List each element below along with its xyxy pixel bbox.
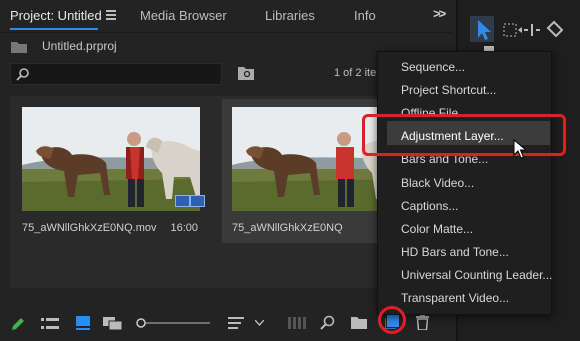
sort-icon[interactable] [228,317,244,329]
mouse-cursor-icon [513,139,527,159]
pencil-icon[interactable] [10,316,26,332]
new-search-bin-icon[interactable] [238,66,254,80]
tab-info[interactable]: Info [354,8,376,23]
menu-item-black-video[interactable]: Black Video... [401,176,474,190]
freeform-view-icon[interactable] [103,317,123,331]
project-folder-icon [11,42,27,53]
clip-thumbnail[interactable]: 75_aWNllGhkXzE0NQ.mov 16:00 [10,99,206,243]
panel-menu-icon[interactable] [106,10,116,20]
clip-name: 75_aWNllGhkXzE0NQ.mov [22,222,157,234]
search-icon [16,68,29,81]
automate-to-sequence-icon[interactable] [288,317,306,329]
clip-thumbnail-image [22,107,200,211]
menu-item-hd-bars-and-tone[interactable]: HD Bars and Tone... [401,245,509,259]
search-input[interactable] [10,63,222,85]
ripple-edit-icon [524,24,540,36]
find-icon[interactable] [320,315,335,330]
highlight-annotation-circle [378,306,406,334]
tab-project[interactable]: Project: Untitled [10,8,102,23]
razor-tool-icon [546,20,564,38]
video-badge-icon [175,195,190,207]
menu-item-project-shortcut[interactable]: Project Shortcut... [401,83,496,97]
tab-media-browser[interactable]: Media Browser [140,8,227,23]
more-tabs-icon[interactable]: >> [433,6,446,21]
list-view-icon[interactable] [41,318,59,330]
highlight-annotation-box [362,114,566,156]
tab-libraries[interactable]: Libraries [265,8,315,23]
project-file-name: Untitled.prproj [42,39,117,53]
menu-item-universal-counting-leader[interactable]: Universal Counting Leader... [401,268,552,282]
audio-badge-icon [190,195,205,207]
menu-item-captions[interactable]: Captions... [401,199,458,213]
items-count: 1 of 2 ite [334,67,377,79]
menu-item-transparent-video[interactable]: Transparent Video... [401,291,509,305]
track-select-icon [503,23,517,37]
clip-duration: 16:00 [170,222,198,234]
tools-icons [470,16,564,54]
menu-item-color-matte[interactable]: Color Matte... [401,222,473,236]
panel-tab-bar: Project: Untitled Media Browser Librarie… [0,0,452,33]
clip-name: 75_aWNllGhkXzE0NQ [232,222,343,234]
new-bin-icon[interactable] [351,316,367,329]
active-tab-indicator [10,28,98,30]
icon-view-icon[interactable] [76,316,90,330]
menu-item-sequence[interactable]: Sequence... [401,60,465,74]
chevron-down-icon[interactable] [255,320,264,326]
trash-icon[interactable] [416,314,429,330]
zoom-slider[interactable] [136,318,210,328]
